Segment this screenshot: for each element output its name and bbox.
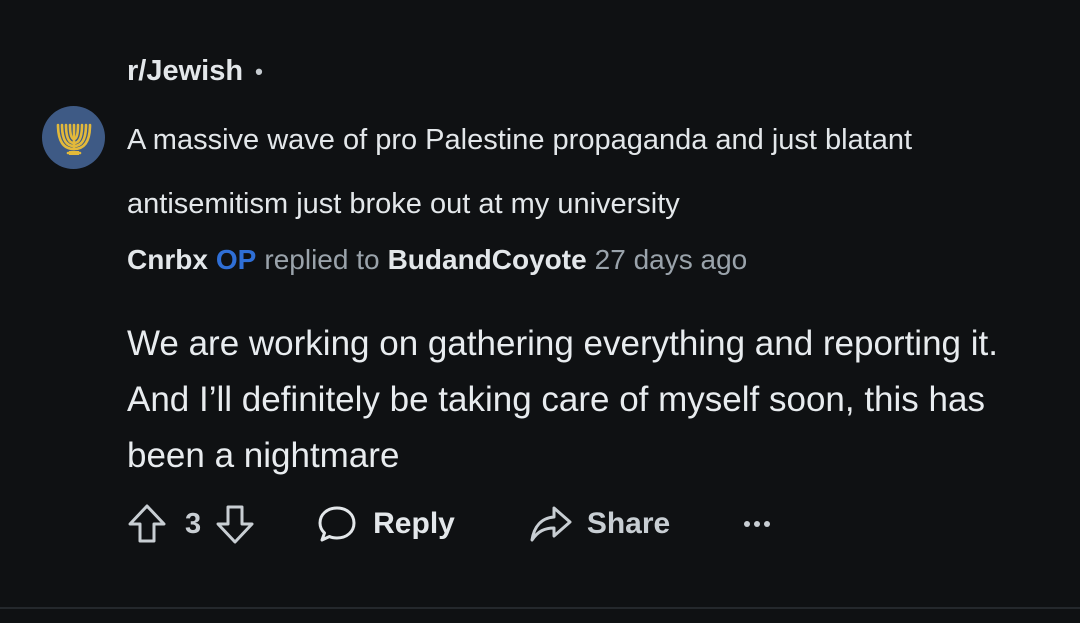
parent-author[interactable]: BudandCoyote bbox=[388, 244, 587, 276]
share-arrow-icon bbox=[529, 505, 573, 543]
replied-to-text: replied to bbox=[264, 244, 380, 275]
op-badge: OP bbox=[215, 244, 257, 275]
post-title[interactable]: A massive wave of pro Palestine propagan… bbox=[127, 108, 1027, 236]
comment-card: r/Jewish • A massive wave of pro Palesti… bbox=[0, 0, 1080, 623]
comment-line: been a nightmare bbox=[127, 436, 400, 475]
comment-meta: Cnrbx OP replied to BudandCoyote 27 days… bbox=[127, 244, 747, 276]
comment-actions: 3 Reply Share bbox=[127, 500, 772, 548]
separator-dot: • bbox=[255, 58, 263, 84]
reply-label: Reply bbox=[373, 507, 455, 540]
comment-bubble-icon bbox=[317, 504, 357, 544]
menorah-icon bbox=[56, 119, 92, 157]
vote-count: 3 bbox=[185, 507, 202, 540]
upvote-icon[interactable] bbox=[127, 503, 167, 545]
subreddit-avatar[interactable] bbox=[42, 106, 105, 169]
comment-line: We are working on gathering everything a… bbox=[127, 324, 998, 363]
subreddit-name[interactable]: r/Jewish bbox=[127, 55, 243, 88]
bottom-divider bbox=[0, 607, 1080, 609]
comment-age: 27 days ago bbox=[594, 244, 748, 275]
subreddit-header: r/Jewish • bbox=[127, 55, 263, 88]
comment-line: And I’ll definitely be taking care of my… bbox=[127, 380, 985, 419]
comment-body: We are working on gathering everything a… bbox=[127, 316, 1047, 484]
reply-button[interactable]: Reply bbox=[317, 504, 455, 544]
share-button[interactable]: Share bbox=[529, 505, 670, 543]
share-label: Share bbox=[586, 507, 671, 540]
more-horizontal-icon bbox=[742, 519, 772, 529]
comment-author[interactable]: Cnrbx bbox=[127, 244, 208, 276]
more-options-button[interactable] bbox=[742, 519, 772, 529]
downvote-icon[interactable] bbox=[215, 503, 255, 545]
